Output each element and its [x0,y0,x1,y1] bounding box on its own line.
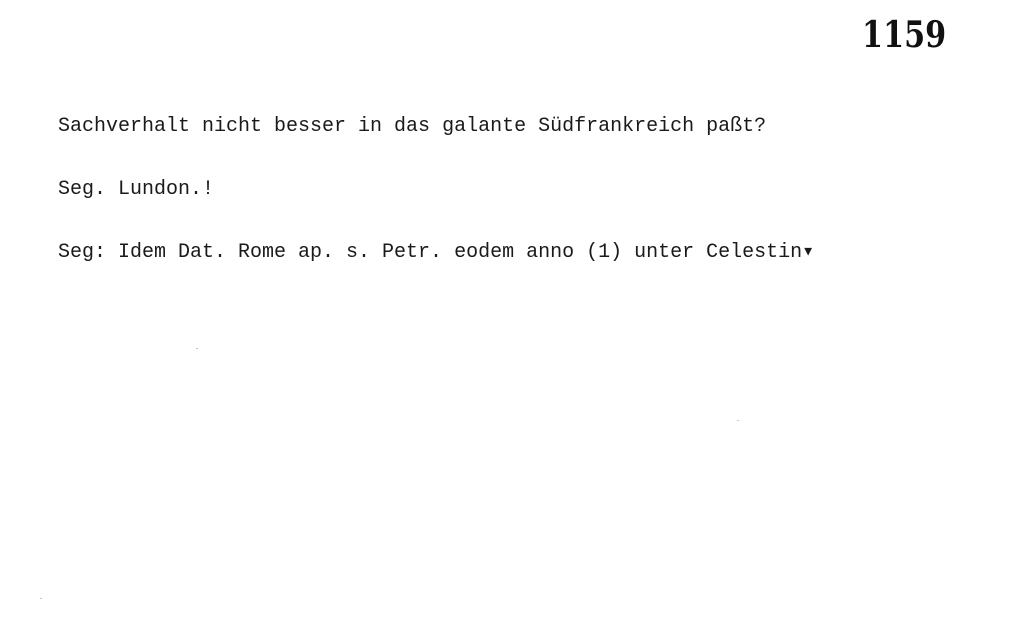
index-card: 1159 Sachverhalt nicht besser in das gal… [0,0,1012,621]
paper-speck [196,348,198,349]
text-line: Seg: Idem Dat. Rome ap. s. Petr. eodem a… [58,241,815,264]
text-line: Sachverhalt nicht besser in das galante … [58,115,767,138]
paper-speck [737,420,739,421]
text-line: Seg. Lundon.! [58,178,215,201]
paper-speck [40,598,42,599]
typed-text-block: Sachverhalt nicht besser in das galante … [58,74,814,305]
card-number: 1159 [861,14,946,56]
